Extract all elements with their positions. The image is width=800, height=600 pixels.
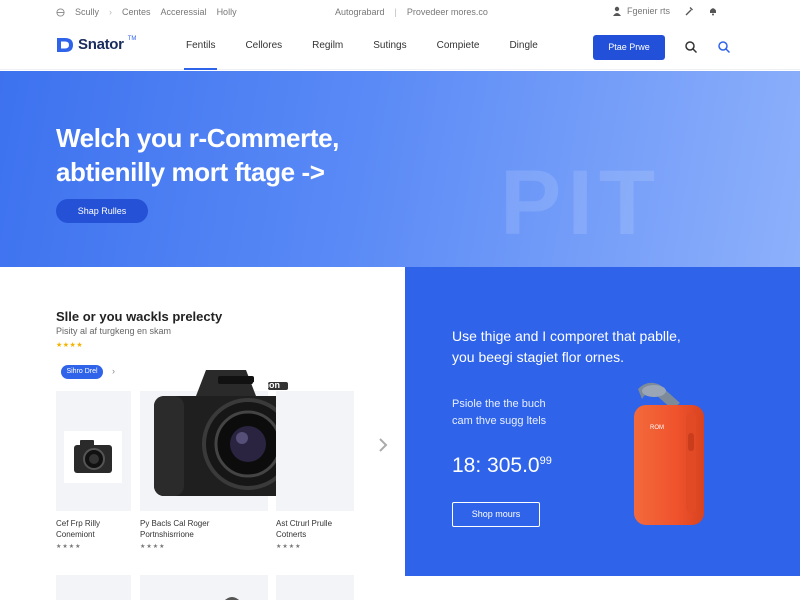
utility-separator: › [109, 7, 113, 17]
product-title-line-1: Cef Frp Rilly [56, 519, 101, 528]
globe-icon [56, 7, 65, 17]
product-title-line-2: Conemiont [56, 530, 95, 539]
site-header: Snator TM Fentils Cellores Regilm Suting… [0, 26, 800, 70]
utility-mid-2[interactable]: Provedeer mores.co [407, 7, 488, 17]
product-card[interactable] [276, 391, 354, 511]
nav-item-3[interactable]: Regilm [312, 26, 343, 70]
search-icon[interactable] [717, 40, 731, 54]
hero-title-line-1: Welch you r-Commerte, [56, 123, 339, 153]
chevron-right-icon[interactable] [377, 436, 389, 454]
product-title[interactable]: Ast Ctrurl Prulle Cotnerts [276, 518, 366, 540]
account-label: Fgenier rts [627, 6, 671, 16]
nav-item-1[interactable]: Fentils [183, 26, 218, 70]
hero-watermark: PIT [500, 152, 662, 254]
product-card[interactable] [56, 575, 131, 600]
utility-link-3[interactable]: Acceressial [161, 7, 207, 17]
suitcase-tag: ROM [650, 425, 664, 431]
nav-item-2[interactable]: Cellores [245, 26, 282, 70]
camera-brand-badge: Canon [252, 380, 280, 390]
product-rating: ★★★★ [276, 544, 302, 550]
logo-trademark: TM [127, 35, 137, 42]
promo-price: 18: 305.099 [452, 454, 552, 478]
utility-separator: | [394, 7, 397, 17]
user-icon [613, 6, 621, 16]
promo-title-line-1: Use thige and I comporet that pablle, [452, 328, 681, 344]
hero-shop-button[interactable]: Shap Rulles [56, 199, 148, 223]
hero-title-line-2: abtienilly mort ftage -> [56, 157, 325, 187]
product-title-line-2: Portnshisrrione [140, 530, 194, 539]
filter-tag-button[interactable]: Sihro Drel [61, 365, 103, 379]
hero-title: Welch you r-Commerte, abtienilly mort ft… [56, 121, 339, 189]
promo-subtitle-line-1: Psiole the the buch [452, 398, 546, 410]
utility-links: Scully › Centes Acceressial Holly [56, 7, 237, 17]
logo-mark-icon [57, 37, 73, 52]
product-title-line-2: Cotnerts [276, 530, 307, 539]
search-icon[interactable] [684, 40, 698, 54]
utility-bar: Scully › Centes Acceressial Holly Autogr… [0, 0, 800, 26]
nav-item-4[interactable]: Sutings [373, 26, 406, 70]
promo-panel: Use thige and I comporet that pablle, yo… [405, 267, 800, 576]
promo-price-cents: 99 [539, 455, 552, 467]
hero-banner: PIT Welch you r-Commerte, abtienilly mor… [0, 71, 800, 267]
utility-middle: Autograbard | Provedeer mores.co [335, 7, 488, 17]
utility-account: Fgenier rts [612, 6, 718, 16]
promo-shop-button[interactable]: Shop mours [452, 502, 540, 527]
utility-mid-1[interactable]: Autograbard [335, 7, 385, 17]
bell-icon[interactable] [708, 6, 718, 16]
section-rating: ★★★★ [56, 342, 84, 349]
product-card[interactable] [140, 575, 268, 600]
promo-price-main: 18: 305.0 [452, 454, 540, 477]
section-title: Slle or you wackls prelecty [56, 309, 223, 324]
promo-subtitle: Psiole the the buch cam thve sugg ltels [452, 396, 632, 430]
promo-subtitle-line-2: cam thve sugg ltels [452, 415, 547, 427]
product-card[interactable] [56, 391, 131, 511]
product-image [225, 597, 239, 600]
nav-item-6[interactable]: Dingle [509, 26, 537, 70]
section-subtitle: Pisity al af turgkeng en skam [56, 326, 172, 336]
utility-link-2[interactable]: Centes [122, 7, 151, 17]
camera-icon [64, 431, 122, 483]
header-cta-button[interactable]: Ptae Prwe [593, 35, 665, 60]
logo[interactable]: Snator TM [56, 36, 136, 53]
suitcase-icon: ROM [634, 382, 704, 525]
promo-title: Use thige and I comporet that pablle, yo… [452, 326, 752, 368]
product-rating: ★★★★ [140, 544, 166, 550]
product-title-line-1: Ast Ctrurl Prulle [276, 519, 333, 528]
utility-link-4[interactable]: Holly [217, 7, 237, 17]
account-link[interactable]: Fgenier rts [612, 6, 670, 16]
product-rating: ★★★★ [56, 544, 82, 550]
product-title[interactable]: Py Bacls Cal Roger Portnshisrrione [140, 518, 230, 540]
product-title[interactable]: Cef Frp Rilly Conemiont [56, 518, 146, 540]
product-title-line-1: Py Bacls Cal Roger [140, 519, 210, 528]
promo-title-line-2: you beegi stagiet flor ornes. [452, 349, 624, 365]
utility-link-1[interactable]: Scully [75, 7, 99, 17]
wrench-icon[interactable] [684, 6, 694, 16]
chevron-right-icon[interactable]: › [112, 366, 115, 376]
nav-item-5[interactable]: Compiete [437, 26, 480, 70]
main-nav: Fentils Cellores Regilm Sutings Compiete… [183, 26, 568, 70]
logo-text: Snator [78, 36, 124, 53]
product-card[interactable] [276, 575, 354, 600]
